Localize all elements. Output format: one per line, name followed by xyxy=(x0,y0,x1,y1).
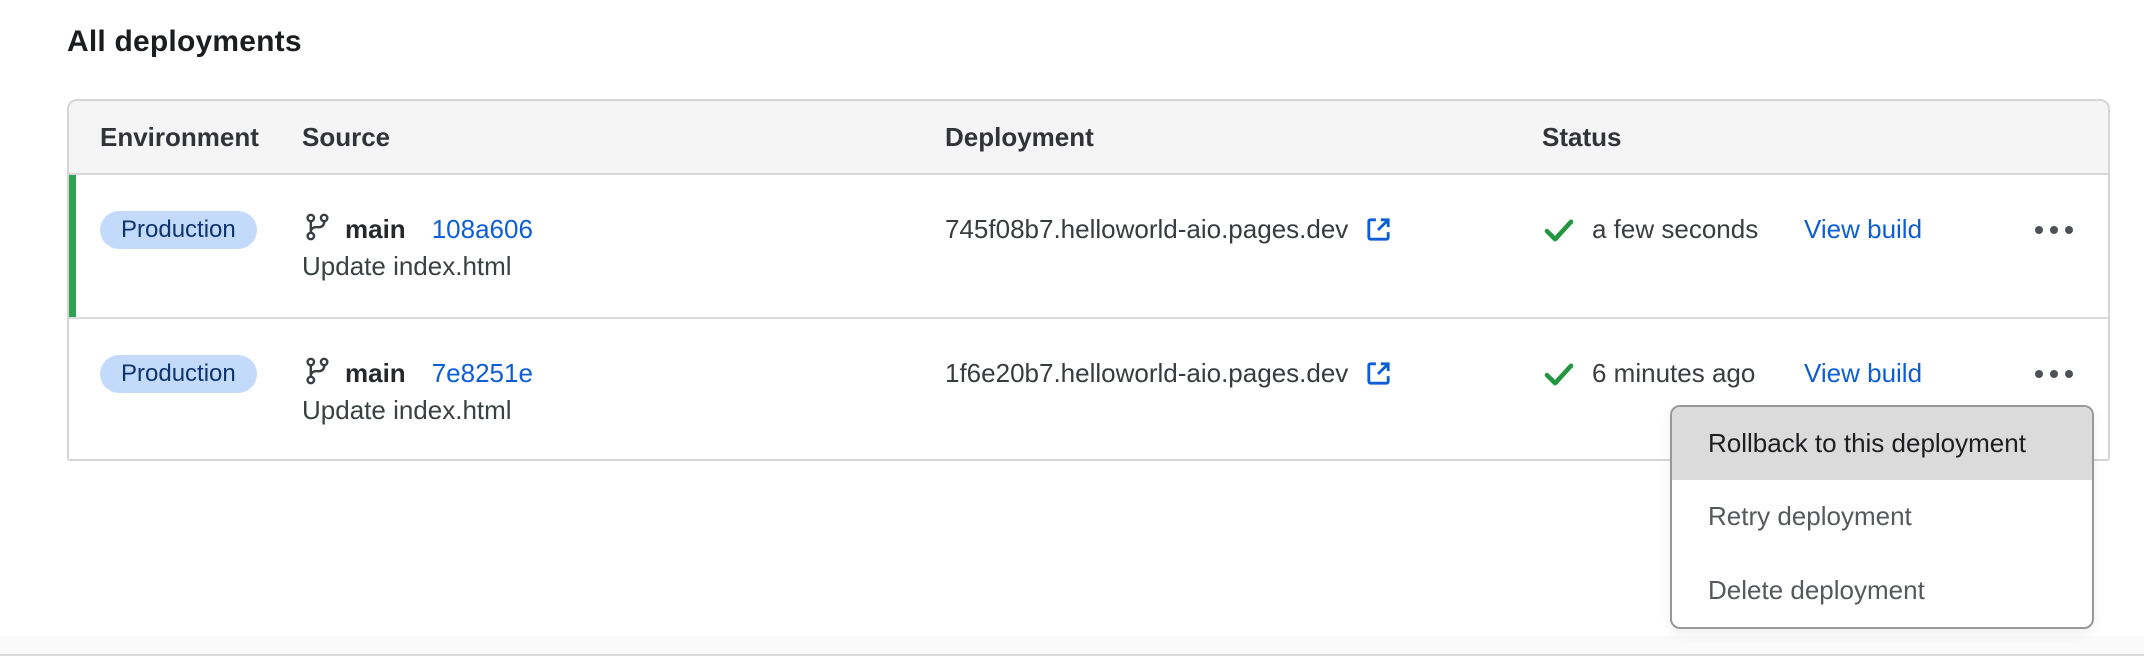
deployment-url: 745f08b7.helloworld-aio.pages.dev xyxy=(945,214,1348,245)
page-title: All deployments xyxy=(67,22,302,62)
deployment-cell: 1f6e20b7.helloworld-aio.pages.dev xyxy=(945,319,1542,459)
view-build-link[interactable]: View build xyxy=(1804,358,1922,389)
column-header-status: Status xyxy=(1542,122,1804,153)
status-cell: a few seconds xyxy=(1542,175,1804,317)
branch-name: main xyxy=(345,358,406,389)
check-icon xyxy=(1542,357,1576,391)
deployment-time: a few seconds xyxy=(1592,214,1758,245)
deployment-url: 1f6e20b7.helloworld-aio.pages.dev xyxy=(945,358,1348,389)
column-header-source: Source xyxy=(302,122,945,153)
git-branch-icon xyxy=(302,356,332,391)
menu-item-retry[interactable]: Retry deployment xyxy=(1672,480,2092,553)
branch-name: main xyxy=(345,214,406,245)
column-header-deployment: Deployment xyxy=(945,122,1542,153)
deployment-cell: 745f08b7.helloworld-aio.pages.dev xyxy=(945,175,1542,317)
commit-link[interactable]: 108a606 xyxy=(432,214,533,245)
commit-message: Update index.html xyxy=(302,248,945,285)
deployment-actions-button[interactable] xyxy=(2031,355,2077,392)
source-cell: main 108a606 Update index.html xyxy=(302,175,945,317)
ellipsis-icon xyxy=(2035,370,2043,378)
deployment-actions-button[interactable] xyxy=(2031,211,2077,248)
ellipsis-icon xyxy=(2035,226,2043,234)
view-build-cell: View build xyxy=(1804,175,2004,317)
context-menu: Rollback to this deployment Retry deploy… xyxy=(1670,405,2094,629)
environment-cell: Production xyxy=(100,319,302,459)
menu-item-delete[interactable]: Delete deployment xyxy=(1672,554,2092,627)
table-header: Environment Source Deployment Status xyxy=(69,101,2108,175)
deployment-row: Production main 108a606 Update index.htm… xyxy=(69,175,2108,317)
environment-badge: Production xyxy=(100,211,257,249)
source-cell: main 7e8251e Update index.html xyxy=(302,319,945,459)
environment-cell: Production xyxy=(100,175,302,317)
commit-message: Update index.html xyxy=(302,392,945,429)
bottom-divider xyxy=(0,654,2144,656)
external-link-icon[interactable] xyxy=(1363,358,1394,389)
commit-link[interactable]: 7e8251e xyxy=(432,358,533,389)
column-header-environment: Environment xyxy=(100,122,302,153)
check-icon xyxy=(1542,213,1576,247)
external-link-icon[interactable] xyxy=(1363,214,1394,245)
view-build-link[interactable]: View build xyxy=(1804,214,1922,245)
deployment-time: 6 minutes ago xyxy=(1592,358,1755,389)
menu-item-rollback[interactable]: Rollback to this deployment xyxy=(1672,407,2092,480)
git-branch-icon xyxy=(302,212,332,247)
bottom-section-strip xyxy=(0,636,2144,654)
current-deployment-indicator xyxy=(69,175,76,317)
environment-badge: Production xyxy=(100,355,257,393)
